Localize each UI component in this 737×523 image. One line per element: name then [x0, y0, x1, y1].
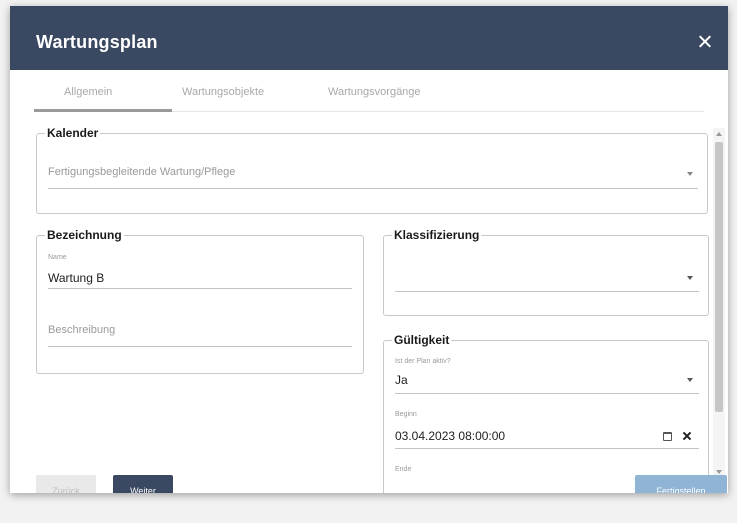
- kalender-select-underline: [48, 188, 698, 189]
- dialog-header: Wartungsplan: [10, 6, 728, 70]
- tab-wartungsvorgaenge[interactable]: Wartungsvorgänge: [328, 86, 421, 98]
- bezeichnung-legend: Bezeichnung: [47, 228, 122, 242]
- name-field[interactable]: Wartung B: [48, 271, 104, 285]
- gueltigkeit-group: Gültigkeit: [383, 333, 709, 493]
- ende-field-label: Ende: [395, 466, 412, 473]
- tab-bar: Allgemein Wartungsobjekte Wartungsvorgän…: [34, 76, 704, 112]
- bezeichnung-group: Bezeichnung: [36, 228, 364, 374]
- scrollbar-thumb[interactable]: [715, 142, 723, 412]
- tab-wartungsobjekte[interactable]: Wartungsobjekte: [182, 86, 264, 98]
- beginn-field-label: Beginn: [395, 411, 417, 418]
- scroll-up-icon[interactable]: [716, 132, 722, 136]
- calendar-icon[interactable]: [663, 432, 672, 441]
- active-tab-indicator: [34, 109, 172, 112]
- klassifizierung-underline: [395, 291, 699, 292]
- clear-icon[interactable]: [682, 431, 692, 441]
- gueltigkeit-legend: Gültigkeit: [394, 333, 450, 347]
- aktiv-field-label: Ist der Plan aktiv?: [395, 358, 451, 365]
- dialog-title: Wartungsplan: [36, 32, 158, 52]
- name-field-label: Name: [48, 254, 67, 261]
- chevron-down-icon[interactable]: [687, 276, 693, 280]
- beschreibung-field[interactable]: Beschreibung: [48, 324, 115, 336]
- next-button[interactable]: Weiter: [113, 475, 173, 493]
- finish-button[interactable]: Fertigstellen: [635, 475, 727, 493]
- aktiv-select-underline: [395, 393, 699, 394]
- name-field-underline: [48, 288, 352, 289]
- klassifizierung-select[interactable]: [395, 268, 675, 284]
- tab-allgemein[interactable]: Allgemein: [64, 86, 112, 98]
- beginn-field-underline: [395, 448, 699, 449]
- chevron-down-icon[interactable]: [687, 378, 693, 382]
- beginn-date-field[interactable]: 03.04.2023 08:00:00: [395, 429, 505, 443]
- kalender-select-value[interactable]: Fertigungsbegleitende Wartung/Pflege: [48, 166, 235, 178]
- wartungsplan-dialog: Wartungsplan Allgemein Wartungsobjekte W…: [10, 6, 728, 493]
- kalender-legend: Kalender: [47, 126, 99, 140]
- beschreibung-field-underline: [48, 346, 352, 347]
- content-scrollbar[interactable]: [713, 128, 725, 478]
- close-icon[interactable]: [696, 33, 714, 51]
- klassifizierung-legend: Klassifizierung: [394, 228, 480, 242]
- back-button[interactable]: Zurück: [36, 475, 96, 493]
- chevron-down-icon[interactable]: [687, 172, 693, 176]
- scroll-down-icon[interactable]: [716, 470, 722, 474]
- aktiv-select[interactable]: Ja: [395, 373, 408, 387]
